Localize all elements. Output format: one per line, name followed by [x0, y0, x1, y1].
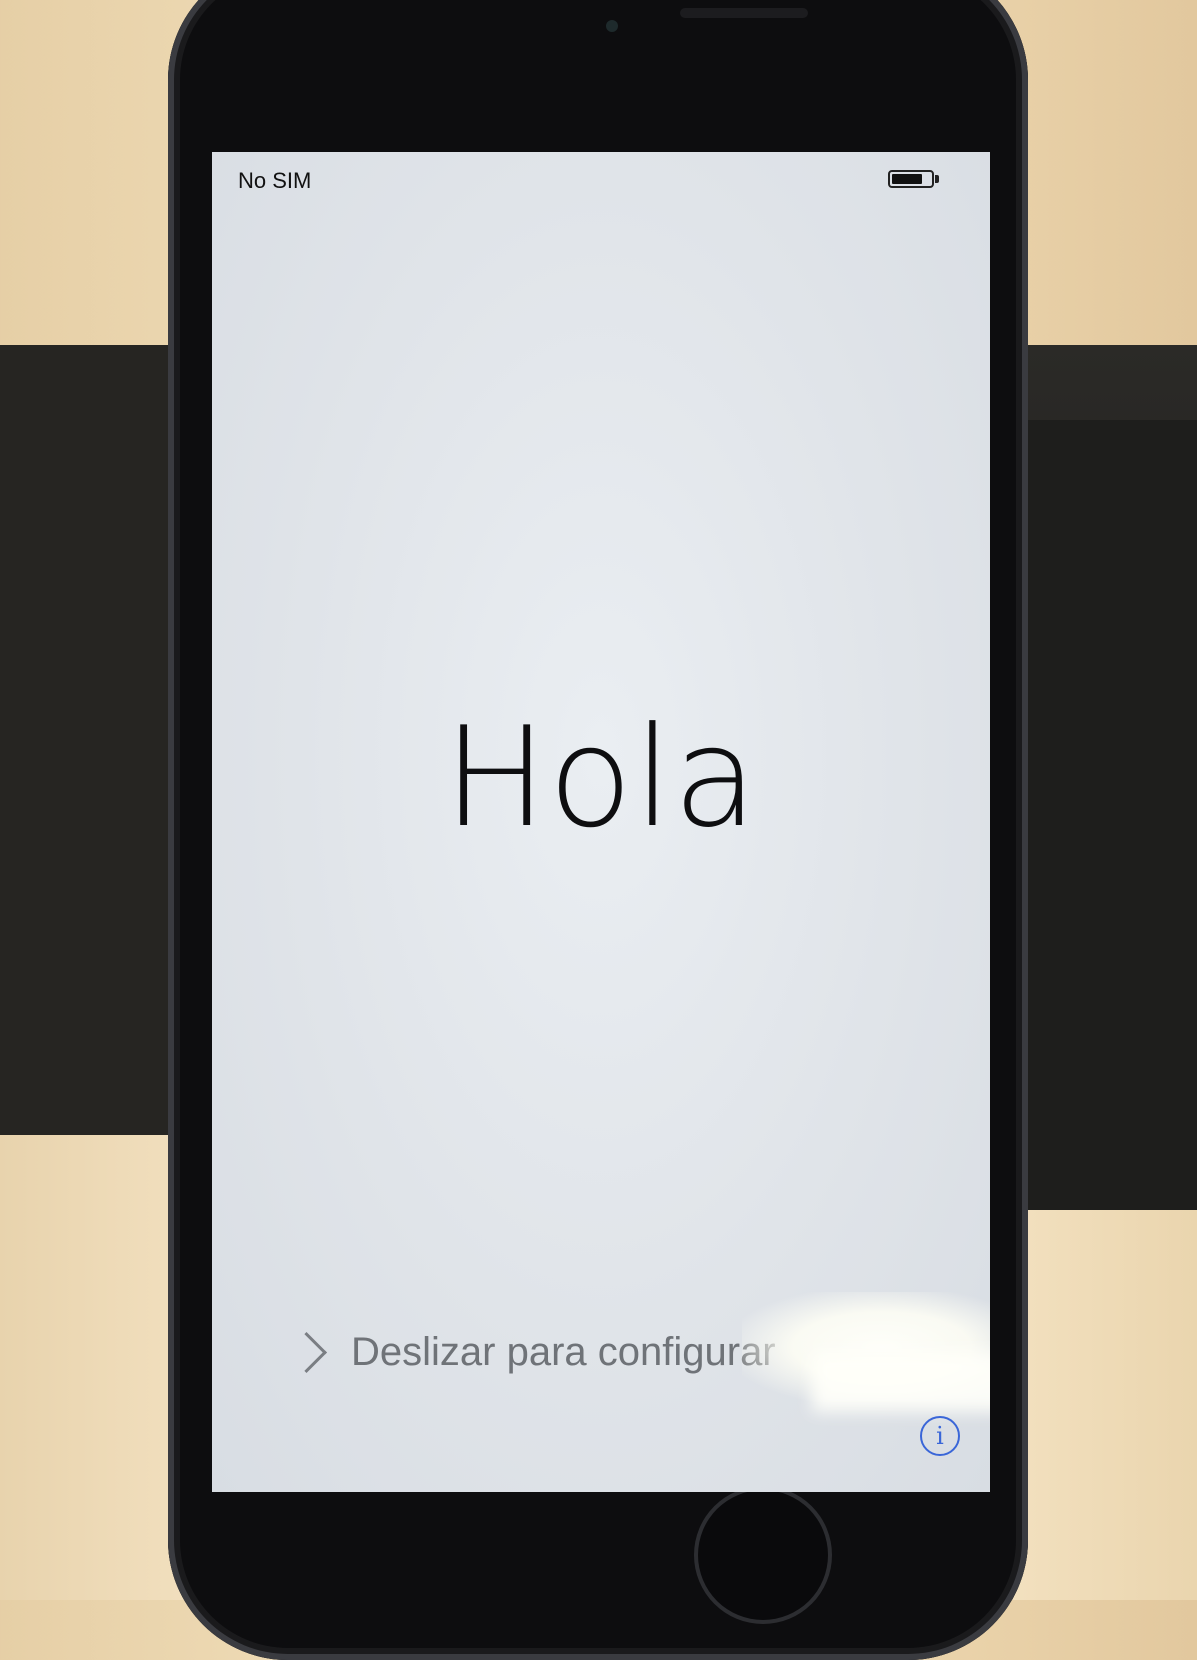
info-button[interactable]: i	[920, 1416, 960, 1456]
battery-tip	[935, 175, 939, 183]
slide-to-setup-label: Deslizar para configurar	[351, 1329, 776, 1374]
home-button[interactable]	[698, 1490, 828, 1620]
device-screen: No SIM Hola Deslizar para configurar i	[212, 152, 990, 1492]
battery-icon	[888, 170, 934, 188]
front-camera	[606, 20, 618, 32]
greeting-text: Hola	[443, 697, 759, 858]
light-glare-core	[812, 1352, 990, 1412]
status-carrier: No SIM	[238, 168, 312, 193]
battery-fill	[892, 174, 922, 184]
slide-to-setup[interactable]: Deslizar para configurar	[285, 1322, 776, 1382]
earpiece-speaker	[680, 8, 808, 18]
chevron-right-icon	[285, 1331, 328, 1373]
